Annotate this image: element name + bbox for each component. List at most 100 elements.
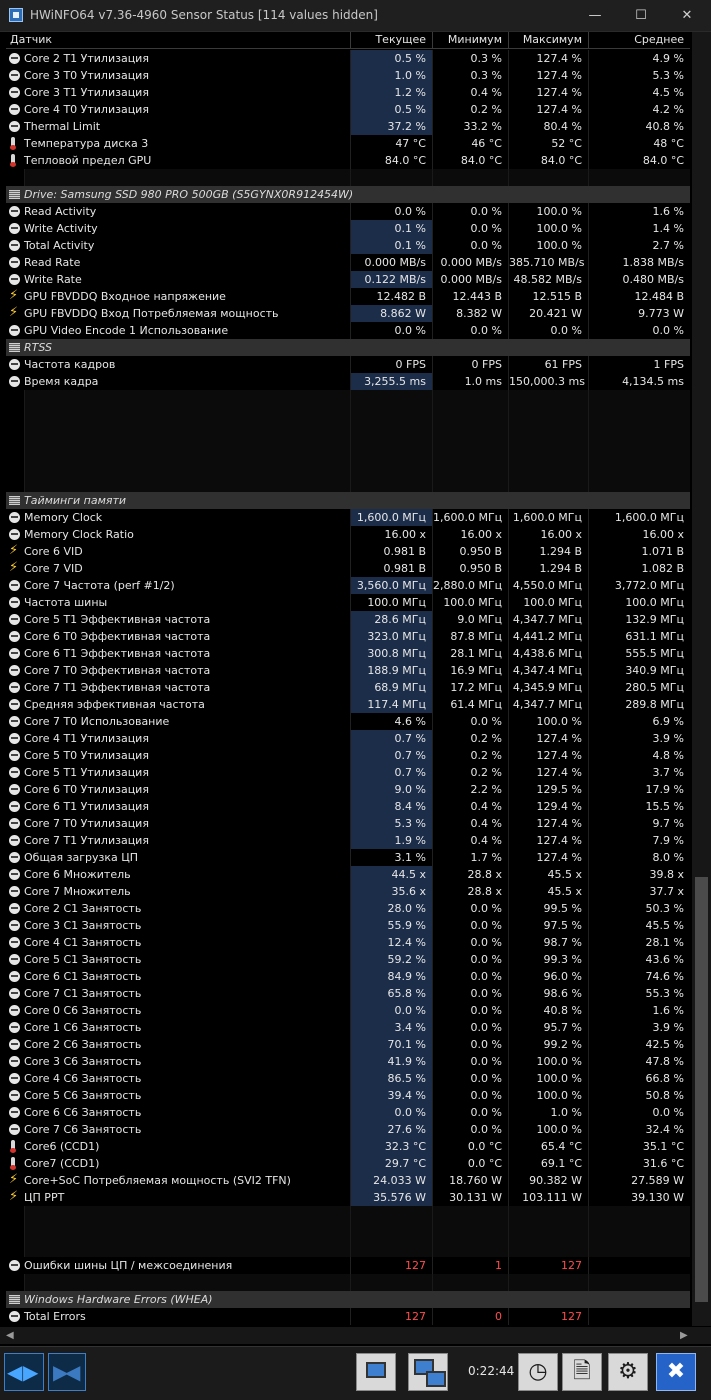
sensor-row[interactable]: Core 3 T1 Утилизация 1.2 % 0.4 % 127.4 % 4.5… xyxy=(6,84,690,101)
sensor-row[interactable]: Core 7 T0 Утилизация 5.3 % 0.4 % 127.4 % 9.7… xyxy=(6,815,690,832)
sensor-row[interactable]: Core 7 T0 Использование 4.6 % 0.0 % 100.0 %… xyxy=(6,713,690,730)
sensor-row[interactable]: Core 7 T1 Утилизация 1.9 % 0.4 % 127.4 % 7.9… xyxy=(6,832,690,849)
sensor-table[interactable]: Core 2 T1 Утилизация 0.5 % 0.3 % 127.4 % 4.9… xyxy=(6,50,690,1326)
header-sensor[interactable]: Датчик xyxy=(10,32,310,48)
sensor-row[interactable]: Core 7 T0 Эффективная частота 188.9 MГц 16… xyxy=(6,662,690,679)
collapse-button[interactable]: ▶ ◀ xyxy=(48,1353,86,1391)
header-average[interactable]: Среднее xyxy=(588,32,690,48)
sensor-row[interactable]: ⚡ Core 6 VID 0.981 В 0.950 В 1.294 В 1.071 В xyxy=(6,543,690,560)
sensor-row[interactable]: ⚡ ЦП PPT 35.576 W 30.131 W 103.111 W 39.130 W xyxy=(6,1189,690,1206)
sensor-row[interactable]: Core 4 C1 Занятость 12.4 % 0.0 % 98.7 % 28.1… xyxy=(6,934,690,951)
exit-button[interactable]: ✖ xyxy=(656,1353,696,1391)
sensor-row[interactable]: Core 7 T1 Эффективная частота 68.9 MГц 17.… xyxy=(6,679,690,696)
header-maximum[interactable]: Максимум xyxy=(508,32,588,48)
settings-button[interactable]: ⚙ xyxy=(608,1353,648,1391)
sensor-row[interactable]: Core 1 C6 Занятость 3.4 % 0.0 % 95.7 % 3.9 % xyxy=(6,1019,690,1036)
maximize-button[interactable]: ☐ xyxy=(618,0,664,31)
value-minimum: 1.7 % xyxy=(432,849,508,866)
sensor-row[interactable]: Write Activity 0.1 % 0.0 % 100.0 % 1.4 % xyxy=(6,220,690,237)
sensor-row[interactable]: Read Rate 0.000 MB/s 0.000 MB/s 385.710 MB/… xyxy=(6,254,690,271)
reset-timer-button[interactable]: ◷ xyxy=(518,1353,558,1391)
scroll-left-icon[interactable]: ◀ xyxy=(6,1327,14,1344)
close-button[interactable]: ✕ xyxy=(664,0,710,31)
value-minimum: 16.00 x xyxy=(432,526,508,543)
sensor-row[interactable]: Core 4 T1 Утилизация 0.7 % 0.2 % 127.4 % 3.9… xyxy=(6,730,690,747)
gauge-icon xyxy=(9,767,20,778)
sensor-row[interactable]: Core 4 T0 Утилизация 0.5 % 0.2 % 127.4 % 4.2… xyxy=(6,101,690,118)
sensor-row[interactable]: Core 7 C1 Занятость 65.8 % 0.0 % 98.6 % 55.3… xyxy=(6,985,690,1002)
sensor-row[interactable]: Core 2 T1 Утилизация 0.5 % 0.3 % 127.4 % 4.9… xyxy=(6,50,690,67)
sensor-row[interactable]: Total Activity 0.1 % 0.0 % 100.0 % 2.7 % xyxy=(6,237,690,254)
sensor-row[interactable]: Core 6 C6 Занятость 0.0 % 0.0 % 1.0 % 0.0 % xyxy=(6,1104,690,1121)
vertical-scrollbar[interactable] xyxy=(692,32,711,1326)
value-current: 0.122 MB/s xyxy=(350,271,432,288)
sensor-row[interactable]: Core 7 C6 Занятость 27.6 % 0.0 % 100.0 % 32.… xyxy=(6,1121,690,1138)
header-minimum[interactable]: Минимум xyxy=(432,32,508,48)
sensor-row[interactable]: Средняя эффективная частота 117.4 MГц 61.4… xyxy=(6,696,690,713)
sensor-name-cell: Core 5 C1 Занятость xyxy=(6,951,350,968)
sensor-row[interactable]: Core 3 C6 Занятость 41.9 % 0.0 % 100.0 % 47.… xyxy=(6,1053,690,1070)
sensor-row[interactable]: Частота шины 100.0 MГц 100.0 MГц 100.0 MГц 1… xyxy=(6,594,690,611)
sensor-row[interactable]: Core 6 T0 Эффективная частота 323.0 MГц 87… xyxy=(6,628,690,645)
horizontal-scrollbar[interactable]: ◀ ▶ xyxy=(0,1327,711,1344)
sensor-row[interactable]: Тепловой предел GPU 84.0 °C 84.0 °C 84.0 °C… xyxy=(6,152,690,169)
sensor-row[interactable]: Core 6 T1 Эффективная частота 300.8 MГц 28… xyxy=(6,645,690,662)
blank-cell xyxy=(588,1240,690,1257)
sensor-row[interactable]: Core 2 C1 Занятость 28.0 % 0.0 % 99.5 % 50.3… xyxy=(6,900,690,917)
sensor-row[interactable]: ⚡ GPU FBVDDQ Вход Потребляемая мощность 8.… xyxy=(6,305,690,322)
scrollbar-thumb[interactable] xyxy=(695,877,708,1302)
sensor-name-cell: Core 5 T1 Эффективная частота xyxy=(6,611,350,628)
sensor-row[interactable]: Общая загрузка ЦП 3.1 % 1.7 % 127.4 % 8.0 % xyxy=(6,849,690,866)
window-title: HWiNFO64 v7.36-4960 Sensor Status [114 v… xyxy=(30,8,378,22)
sensor-group-header[interactable]: RTSS xyxy=(6,339,690,356)
sensor-row[interactable]: Total Errors 127 0 127 xyxy=(6,1308,690,1325)
sensor-row[interactable]: Thermal Limit 37.2 % 33.2 % 80.4 % 40.8 % xyxy=(6,118,690,135)
sensor-row[interactable]: ⚡ Core+SoC Потребляемая мощность (SVI2 TF… xyxy=(6,1172,690,1189)
sensor-network-button[interactable] xyxy=(408,1353,448,1391)
sensor-row[interactable]: Core 6 Множитель 44.5 x 28.8 x 45.5 x 39.8 x xyxy=(6,866,690,883)
sensor-row[interactable]: Core 3 C1 Занятость 55.9 % 0.0 % 97.5 % 45.5… xyxy=(6,917,690,934)
sensor-row[interactable]: Core 2 C6 Занятость 70.1 % 0.0 % 99.2 % 42.5… xyxy=(6,1036,690,1053)
value-current: 84.9 % xyxy=(350,968,432,985)
sensor-row[interactable]: Core 0 C6 Занятость 0.0 % 0.0 % 40.8 % 1.6 % xyxy=(6,1002,690,1019)
sensor-row[interactable]: ⚡ GPU FBVDDQ Входное напряжение 12.482 В 12… xyxy=(6,288,690,305)
sensor-row[interactable]: GPU Video Encode 1 Использование 0.0 % 0.0… xyxy=(6,322,690,339)
sensor-row[interactable]: ⚡ Core 7 VID 0.981 В 0.950 В 1.294 В 1.082 В xyxy=(6,560,690,577)
header-current[interactable]: Текущее xyxy=(350,32,432,48)
report-button[interactable]: 🗎 xyxy=(562,1353,602,1391)
sensor-row[interactable]: Core 3 T0 Утилизация 1.0 % 0.3 % 127.4 % 5.3… xyxy=(6,67,690,84)
sensor-row[interactable]: Memory Clock Ratio 16.00 x 16.00 x 16.00 x1… xyxy=(6,526,690,543)
sensor-row[interactable]: Read Activity 0.0 % 0.0 % 100.0 % 1.6 % xyxy=(6,203,690,220)
sensor-row[interactable]: Время кадра 3,255.5 ms 1.0 ms 150,000.3 ms 4… xyxy=(6,373,690,390)
sensor-row[interactable]: Частота кадров 0 FPS 0 FPS 61 FPS 1 FPS xyxy=(6,356,690,373)
network-button[interactable] xyxy=(356,1353,396,1391)
value-maximum: 65.4 °C xyxy=(508,1138,588,1155)
sensor-group-header[interactable]: Windows Hardware Errors (WHEA) xyxy=(6,1291,690,1308)
sensor-row[interactable]: Memory Clock 1,600.0 MГц 1,600.0 MГц 1,600.… xyxy=(6,509,690,526)
sensor-row[interactable]: Core 6 C1 Занятость 84.9 % 0.0 % 96.0 % 74.6… xyxy=(6,968,690,985)
sensor-row[interactable]: Write Rate 0.122 MB/s 0.000 MB/s 48.582 MB/… xyxy=(6,271,690,288)
sensor-row[interactable]: Core7 (CCD1) 29.7 °C 0.0 °C 69.1 °C 31.6 °C xyxy=(6,1155,690,1172)
sensor-label: Core 3 C6 Занятость xyxy=(24,1055,142,1068)
sensor-row[interactable]: Ошибки шины ЦП / межсоединения 127 1 127 xyxy=(6,1257,690,1274)
sensor-row[interactable]: Core 4 C6 Занятость 86.5 % 0.0 % 100.0 % 66.… xyxy=(6,1070,690,1087)
value-minimum: 0.0 % xyxy=(432,1053,508,1070)
sensor-group-header[interactable]: Drive: Samsung SSD 980 PRO 500GB (S5GYNX… xyxy=(6,186,690,203)
value-minimum: 1 xyxy=(432,1257,508,1274)
sensor-row[interactable]: Температура диска 3 47 °C 46 °C 52 °C 48 °C xyxy=(6,135,690,152)
sensor-row[interactable]: Core 5 C1 Занятость 59.2 % 0.0 % 99.3 % 43.6… xyxy=(6,951,690,968)
title-bar[interactable]: HWiNFO64 v7.36-4960 Sensor Status [114 v… xyxy=(0,0,711,32)
minimize-button[interactable]: — xyxy=(572,0,618,31)
sensor-row[interactable]: Core 5 T1 Эффективная частота 28.6 MГц 9.0… xyxy=(6,611,690,628)
sensor-row[interactable]: Core 5 T1 Утилизация 0.7 % 0.2 % 127.4 % 3.7… xyxy=(6,764,690,781)
sensor-group-header[interactable]: Тайминги памяти xyxy=(6,492,690,509)
sensor-row[interactable]: Core 6 T1 Утилизация 8.4 % 0.4 % 129.4 % 15.… xyxy=(6,798,690,815)
sensor-row[interactable]: Core 6 T0 Утилизация 9.0 % 2.2 % 129.5 % 17.… xyxy=(6,781,690,798)
sensor-row[interactable]: Core 7 Множитель 35.6 x 28.8 x 45.5 x 37.7 x xyxy=(6,883,690,900)
sensor-row[interactable]: Core 5 C6 Занятость 39.4 % 0.0 % 100.0 % 50.… xyxy=(6,1087,690,1104)
expand-button[interactable]: ◀ ▶ xyxy=(4,1353,44,1391)
scroll-right-icon[interactable]: ▶ xyxy=(680,1327,688,1344)
sensor-row[interactable]: Core 5 T0 Утилизация 0.7 % 0.2 % 127.4 % 4.8… xyxy=(6,747,690,764)
sensor-row[interactable]: Core6 (CCD1) 32.3 °C 0.0 °C 65.4 °C 35.1 °C xyxy=(6,1138,690,1155)
sensor-row[interactable]: Core 7 Частота (perf #1/2) 3,560.0 MГц 2,8… xyxy=(6,577,690,594)
